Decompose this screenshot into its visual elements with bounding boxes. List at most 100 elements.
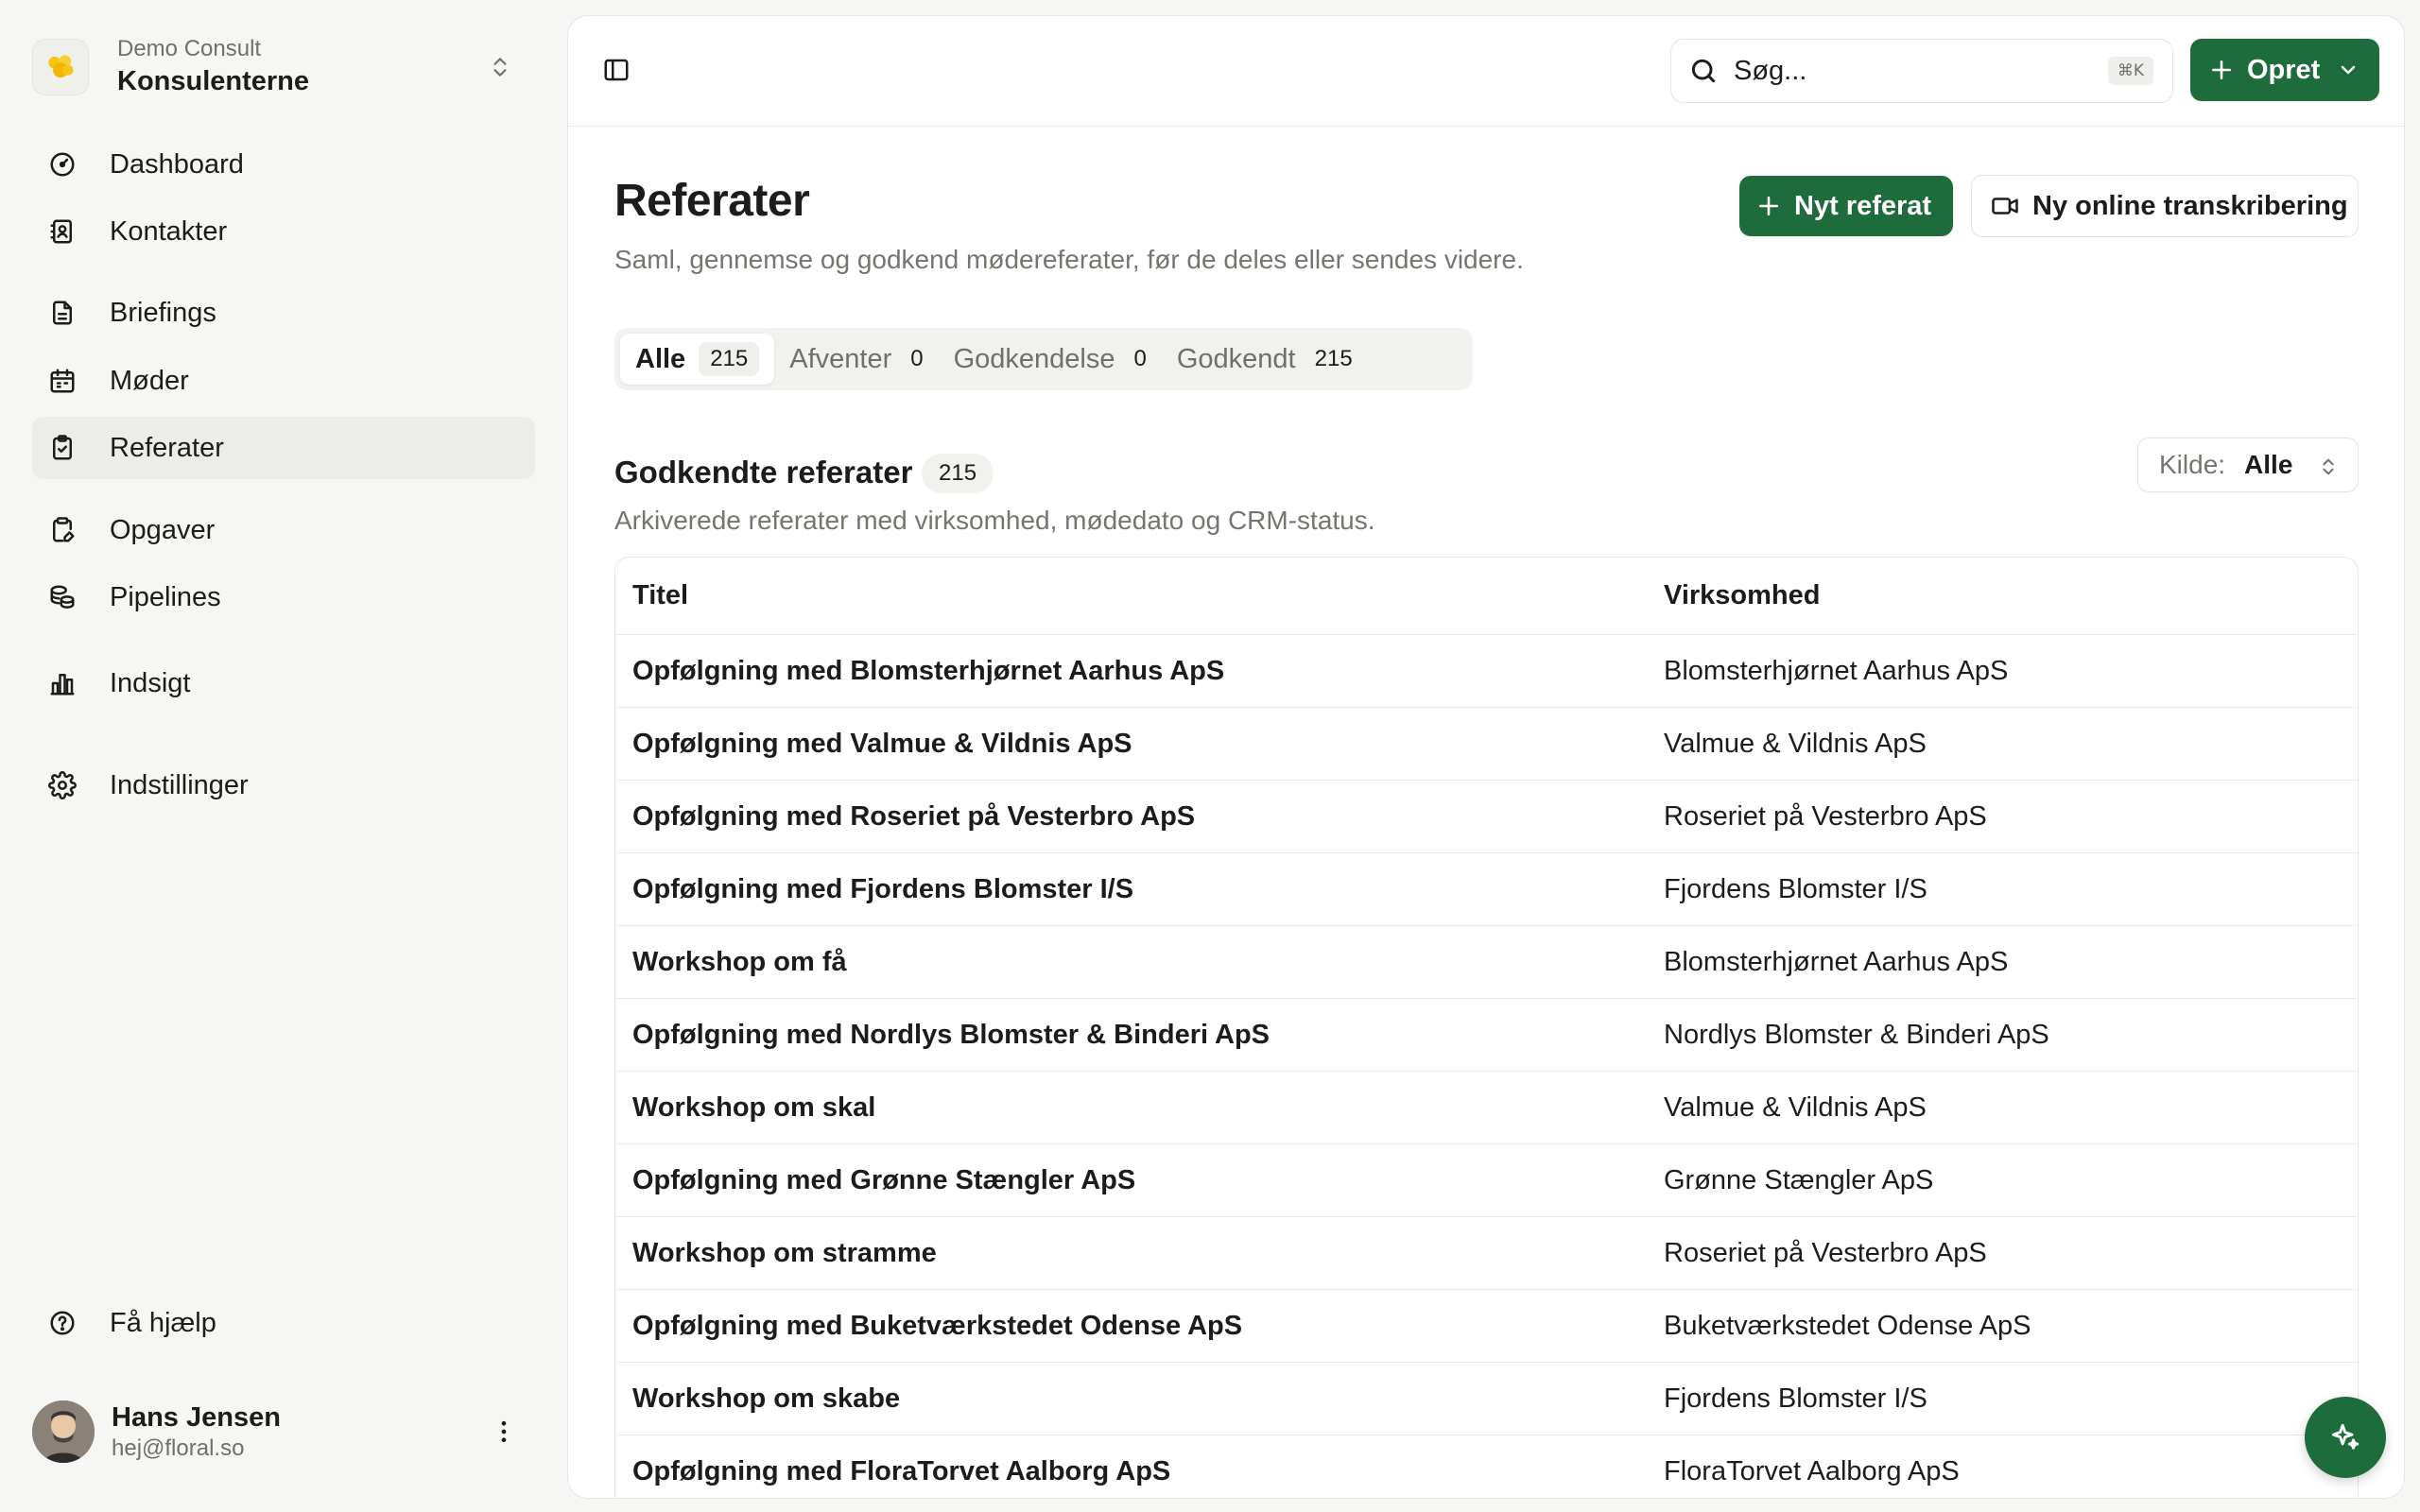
sidebar-item-meetings[interactable]: Møder [32,350,535,412]
sidebar-item-tasks[interactable]: Opgaver [32,499,535,561]
avatar [32,1400,95,1463]
sidebar-item-pipelines[interactable]: Pipelines [32,566,535,628]
row-company: Fjordens Blomster I/S [1664,1383,1927,1414]
sidebar-item-settings[interactable]: Indstillinger [32,754,535,816]
tab-label: Godkendelse [953,343,1115,374]
sidebar-item-help[interactable]: Få hjælp [32,1292,535,1354]
chevron-up-down-icon [488,53,512,81]
clipboard-check-icon [47,433,78,463]
page-subtitle: Saml, gennemse og godkend mødereferater,… [614,245,1524,274]
tab-label: Godkendt [1176,343,1296,374]
source-filter-value: Alle [2244,450,2293,479]
table-row[interactable]: Opfølgning med FloraTorvet Aalborg ApS Fl… [615,1435,2358,1498]
new-transcription-button[interactable]: Ny online transkribering [1971,175,2359,237]
more-vertical-icon[interactable] [490,1418,518,1446]
sidebar-item-label: Dashboard [110,148,244,180]
plus-icon [1756,194,1781,218]
sidebar-item-label: Kontakter [110,215,228,247]
gauge-icon [47,149,78,180]
row-company: FloraTorvet Aalborg ApS [1664,1455,1960,1486]
tab-count: 0 [1133,346,1147,371]
chevron-down-icon [2337,59,2360,81]
row-company: Nordlys Blomster & Binderi ApS [1664,1019,2049,1050]
sidebar-item-label: Opgaver [110,514,216,545]
new-transcription-label: Ny online transkribering [2032,190,2348,221]
gear-icon [47,770,78,800]
section-title: Godkendte referater [614,455,913,490]
shortcut-badge: ⌘K [2107,57,2153,85]
row-company: Blomsterhjørnet Aarhus ApS [1664,655,2009,686]
chevron-up-down-icon [2318,455,2339,479]
table-row[interactable]: Workshop om skabe Fjordens Blomster I/S [615,1363,2358,1435]
table-row[interactable]: Workshop om stramme Roseriet på Vesterbro… [615,1217,2358,1290]
help-circle-icon [47,1308,78,1338]
user-email: hej@floral.so [112,1435,245,1461]
bar-chart-icon [47,668,78,698]
table-row[interactable]: Opfølgning med Roseriet på Vesterbro ApS… [615,781,2358,853]
column-header-company[interactable]: Virksomhed [1664,580,1820,611]
row-title: Workshop om skabe [632,1383,901,1414]
table-row[interactable]: Opfølgning med Grønne Stængler ApS Grønne… [615,1144,2358,1217]
row-company: Valmue & Vildnis ApS [1664,728,1927,759]
tab-approval[interactable]: Godkendelse 0 [939,334,1162,385]
workspace-name: Konsulenterne [117,66,310,96]
sidebar-item-briefings[interactable]: Briefings [32,282,535,344]
new-minutes-label: Nyt referat [1794,190,1932,221]
search-input[interactable]: Søg... ⌘K [1670,39,2173,103]
tab-all[interactable]: Alle 215 [620,334,775,385]
row-title: Opfølgning med Grønne Stængler ApS [632,1164,1136,1195]
sidebar-item-label: Referater [110,432,224,463]
search-icon [1688,56,1719,86]
tab-count: 215 [1314,346,1353,371]
row-title: Opfølgning med Roseriet på Vesterbro ApS [632,800,1196,832]
topbar: Søg... ⌘K Opret [568,16,2404,127]
table-row[interactable]: Workshop om få Blomsterhjørnet Aarhus ApS [615,926,2358,999]
workspace-switcher[interactable]: Demo Consult Konsulenterne [32,25,524,110]
ai-assistant-button[interactable] [2305,1397,2386,1478]
coins-icon [47,582,78,612]
sidebar-item-label: Pipelines [110,581,221,612]
row-title: Workshop om skal [632,1091,876,1123]
create-button[interactable]: Opret [2190,39,2379,101]
flower-logo-icon [32,39,89,95]
column-header-title[interactable]: Titel [615,580,1664,611]
table-row[interactable]: Opfølgning med Valmue & Vildnis ApS Valmu… [615,708,2358,781]
sidebar-item-label: Indsigt [110,667,191,698]
row-company: Buketværkstedet Odense ApS [1664,1310,2031,1341]
user-profile[interactable]: Hans Jensen hej@floral.so [32,1389,535,1474]
row-title: Workshop om få [632,946,847,977]
row-title: Workshop om stramme [632,1237,937,1268]
tab-approved[interactable]: Godkendt 215 [1162,334,1368,385]
section-subtitle: Arkiverede referater med virksomhed, mød… [614,506,1375,535]
contact-book-icon [47,216,78,247]
row-company: Roseriet på Vesterbro ApS [1664,800,1987,832]
sidebar-toggle-icon[interactable] [602,56,634,88]
page-title: Referater [614,176,810,226]
table-row[interactable]: Opfølgning med Blomsterhjørnet Aarhus Ap… [615,635,2358,708]
row-title: Opfølgning med FloraTorvet Aalborg ApS [632,1455,1171,1486]
table-row[interactable]: Opfølgning med Buketværkstedet Odense Ap… [615,1290,2358,1363]
tab-pending[interactable]: Afventer 0 [774,334,938,385]
source-filter-select[interactable]: Kilde: Alle [2137,438,2359,492]
sidebar-item-insight[interactable]: Indsigt [32,652,535,714]
workspace-org: Demo Consult [117,36,262,61]
row-title: Opfølgning med Fjordens Blomster I/S [632,873,1134,904]
tab-count: 0 [910,346,924,371]
tab-label: Alle [635,343,686,374]
table-row[interactable]: Workshop om skal Valmue & Vildnis ApS [615,1072,2358,1144]
clipboard-pen-icon [47,515,78,545]
row-title: Opfølgning med Buketværkstedet Odense Ap… [632,1310,1243,1341]
sparkles-icon [2329,1421,2361,1453]
new-minutes-button[interactable]: Nyt referat [1739,176,1953,236]
sidebar: Demo Consult Konsulenterne Dashboard Kon… [0,0,567,1512]
sidebar-item-contacts[interactable]: Kontakter [32,200,535,263]
sidebar-item-dashboard[interactable]: Dashboard [32,133,535,196]
create-button-label: Opret [2247,54,2321,85]
row-company: Grønne Stængler ApS [1664,1164,1934,1195]
sidebar-item-minutes[interactable]: Referater [32,417,535,479]
row-company: Roseriet på Vesterbro ApS [1664,1237,1987,1268]
sidebar-item-label: Indstillinger [110,769,249,800]
table-row[interactable]: Opfølgning med Nordlys Blomster & Binder… [615,999,2358,1072]
plus-icon [2209,58,2234,82]
table-row[interactable]: Opfølgning med Fjordens Blomster I/S Fjor… [615,853,2358,926]
